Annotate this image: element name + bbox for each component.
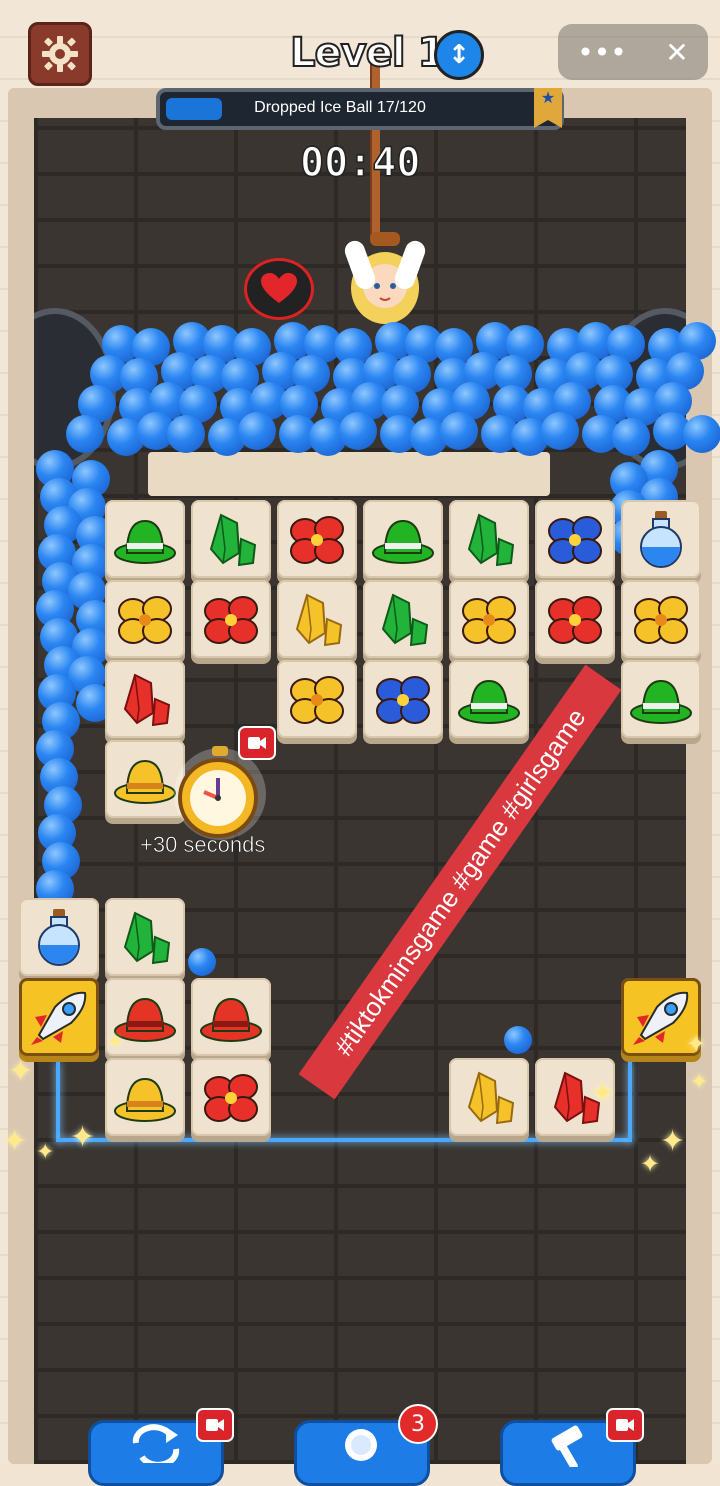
bonus-seconds-label: +30 seconds (140, 832, 266, 858)
yellow-crystal-icon (467, 1071, 515, 1125)
close-button[interactable]: ✕ (665, 36, 688, 69)
sparkle-icon: ✦ (660, 1124, 686, 1159)
tile-yellow-hat[interactable] (105, 1058, 185, 1136)
green-hat-icon (630, 679, 692, 724)
tile-red-flower[interactable] (191, 1058, 271, 1136)
sparkle-icon: ✦ (70, 1120, 96, 1155)
video-ad-icon (606, 1408, 644, 1442)
tile-rocket[interactable] (19, 978, 99, 1056)
sparkle-icon: ✦ (590, 1076, 616, 1111)
red-flower-icon (204, 596, 258, 644)
green-crystal-icon (209, 513, 257, 567)
tile-yellow-crystal[interactable] (449, 1058, 529, 1136)
red-hat-icon (200, 997, 262, 1042)
connection-line-left (56, 1062, 60, 1142)
tile-green-hat[interactable] (105, 500, 185, 578)
rocket-icon (633, 991, 689, 1045)
video-ad-icon (196, 1408, 234, 1442)
shuffle-icon (132, 1424, 180, 1463)
sparkle-icon: ✦ (36, 1140, 55, 1165)
blue-flower-icon (376, 676, 430, 724)
tile-green-hat[interactable] (363, 500, 443, 578)
tile-green-crystal[interactable] (105, 898, 185, 976)
green-hat-icon (372, 519, 434, 564)
tile-yellow-flower[interactable] (449, 580, 529, 658)
settings-button[interactable] (28, 22, 92, 86)
ice-ball (440, 412, 478, 450)
countdown-timer: 00:40 (299, 139, 421, 187)
sparkle-icon: ✦ (640, 1150, 661, 1178)
tile-red-flower[interactable] (535, 580, 615, 658)
ice-ball (612, 418, 650, 456)
tile-blue-potion[interactable] (621, 500, 701, 578)
tile-red-crystal[interactable] (105, 660, 185, 738)
tile-green-hat[interactable] (621, 660, 701, 738)
tile-green-crystal[interactable] (363, 580, 443, 658)
connection-line-right (628, 1062, 632, 1142)
tile-blue-potion[interactable] (19, 898, 99, 976)
yellow-hat-icon (114, 1077, 176, 1122)
red-flower-icon (548, 596, 602, 644)
yellow-flower-icon (118, 596, 172, 644)
heart-icon (244, 258, 314, 320)
magnifier-icon (345, 1429, 377, 1461)
progress-title: Dropped Ice Ball (254, 99, 373, 116)
tile-red-flower[interactable] (191, 580, 271, 658)
star-ribbon-icon: ★ (534, 88, 562, 128)
ice-ball (238, 412, 276, 450)
more-options-button[interactable]: ••• (577, 36, 627, 69)
hint-count-badge: 3 (398, 1404, 438, 1444)
yellow-crystal-icon (295, 593, 343, 647)
sparkle-icon: ✦ (686, 1030, 707, 1058)
ice-ball (683, 415, 720, 453)
ice-ball (188, 948, 216, 976)
system-menu-pill: ••• ✕ (558, 24, 708, 80)
gear-icon (42, 36, 78, 72)
tile-green-crystal[interactable] (449, 500, 529, 578)
yellow-flower-icon (290, 676, 344, 724)
ice-ball (541, 412, 579, 450)
tile-yellow-flower[interactable] (105, 580, 185, 658)
rocket-icon (31, 991, 87, 1045)
video-ad-icon (238, 726, 276, 760)
progress-count: 17/120 (376, 99, 426, 116)
sparkle-icon: ✦ (106, 1030, 125, 1055)
ice-ball (504, 1026, 532, 1054)
yellow-flower-icon (634, 596, 688, 644)
captive-girl (344, 232, 426, 324)
tile-yellow-flower[interactable] (621, 580, 701, 658)
ice-ball (339, 412, 377, 450)
tile-yellow-flower[interactable] (277, 660, 357, 738)
connection-line-bottom (56, 1138, 632, 1142)
tile-blue-flower[interactable] (535, 500, 615, 578)
green-crystal-icon (467, 513, 515, 567)
progress-label: Dropped Ice Ball 17/120 (160, 99, 520, 117)
green-crystal-icon (381, 593, 429, 647)
ice-ball (167, 415, 205, 453)
tile-green-crystal[interactable] (191, 500, 271, 578)
green-hat-icon (114, 519, 176, 564)
green-hat-icon (458, 679, 520, 724)
sparkle-icon: ✦ (8, 1054, 34, 1089)
red-crystal-icon (123, 673, 171, 727)
objective-progress-bar: Dropped Ice Ball 17/120 ★ (156, 88, 564, 130)
red-flower-icon (290, 516, 344, 564)
blue-potion-icon (640, 511, 682, 568)
shelf-platform (148, 452, 550, 496)
tile-green-hat[interactable] (449, 660, 529, 738)
tile-yellow-crystal[interactable] (277, 580, 357, 658)
yellow-flower-icon (462, 596, 516, 644)
red-flower-icon (204, 1074, 258, 1122)
blue-flower-icon (548, 516, 602, 564)
ice-ball (66, 415, 104, 453)
tile-red-flower[interactable] (277, 500, 357, 578)
blue-potion-icon (38, 909, 80, 966)
sparkle-icon: ✦ (690, 1070, 709, 1095)
hammer-icon (551, 1425, 583, 1467)
tile-blue-flower[interactable] (363, 660, 443, 738)
green-crystal-icon (123, 911, 171, 965)
vertical-arrows-icon[interactable]: ↕ (434, 30, 484, 80)
tile-red-hat[interactable] (191, 978, 271, 1056)
sparkle-icon: ✦ (2, 1124, 28, 1159)
